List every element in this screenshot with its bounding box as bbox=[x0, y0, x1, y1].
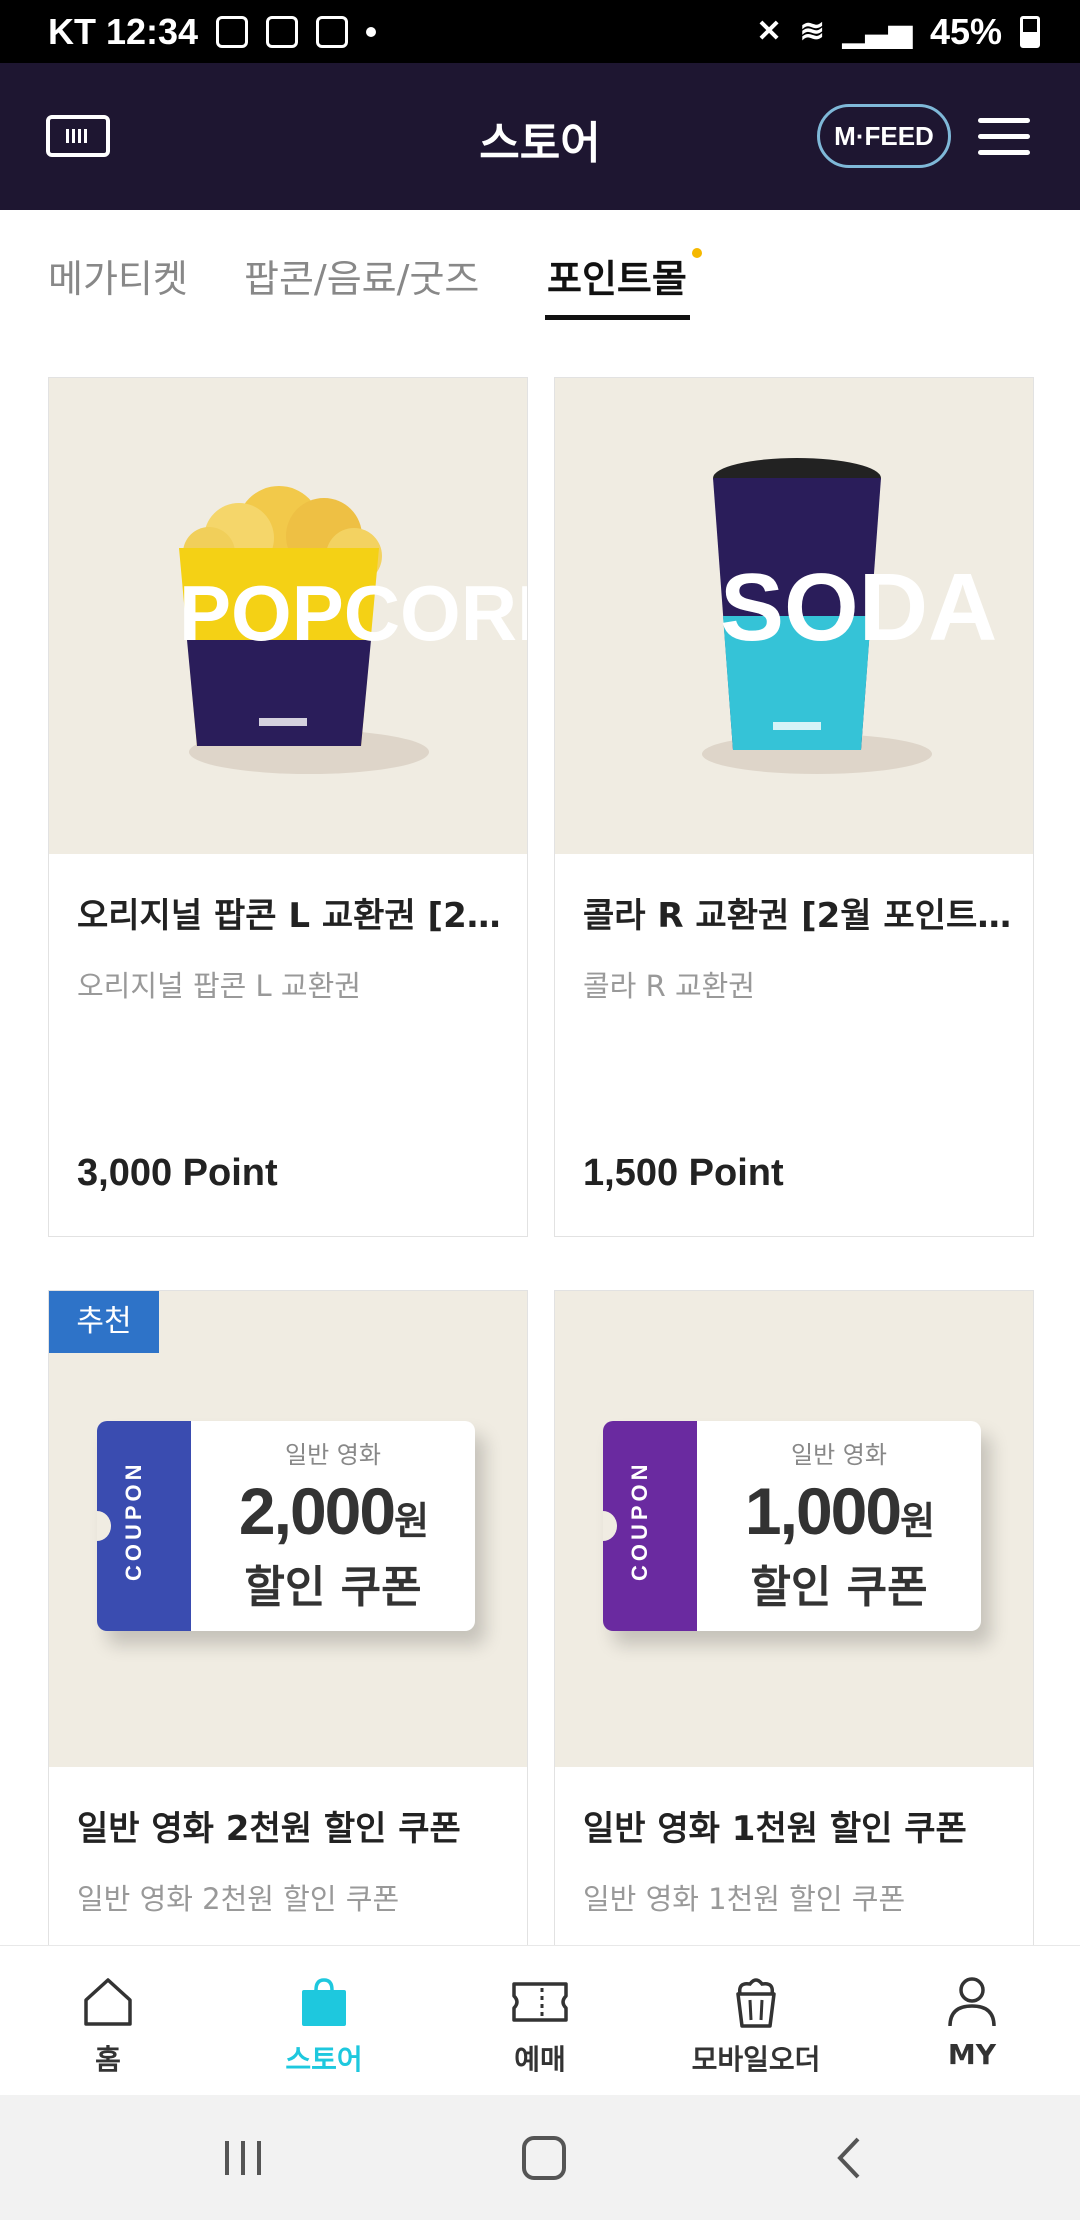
product-subtitle: 일반 영화 1천원 할인 쿠폰 bbox=[583, 1882, 906, 1916]
category-tabs: 메가티켓 팝콘/음료/굿즈 포인트몰 bbox=[0, 210, 1080, 330]
carrier-time: KT 12:34 bbox=[48, 10, 199, 52]
wifi-icon: ≋ bbox=[799, 15, 825, 48]
hamburger-menu-icon[interactable] bbox=[978, 118, 1030, 156]
coupon-amount-unit: 원 bbox=[900, 1499, 935, 1543]
nav-mobile-order[interactable]: 모바일오더 bbox=[648, 1946, 864, 2096]
product-name: 콜라 R 교환권 [2월 포인트몰] bbox=[583, 896, 1013, 936]
app-header: 스토어 M·FEED bbox=[0, 63, 1080, 210]
home-button-icon[interactable] bbox=[514, 2133, 574, 2183]
nav-label: 홈 bbox=[95, 2043, 121, 2076]
coupon-amount-value: 1,000 bbox=[744, 1474, 902, 1548]
tab-popcorn-drinks-goods[interactable]: 팝콘/음료/굿즈 bbox=[244, 248, 479, 303]
product-subtitle: 콜라 R 교환권 bbox=[583, 969, 755, 1003]
coupon-side-label: COUPON bbox=[121, 1460, 146, 1581]
coupon-graphic: COUPON 일반 영화 1,000원 할인 쿠폰 bbox=[603, 1421, 981, 1631]
screen: KT 12:34 ✕ ≋ ▁▃▅ 45% 스토어 M·FEED 메가티켓 팝콘/… bbox=[0, 0, 1080, 2220]
product-subtitle: 오리지널 팝콘 L 교환권 bbox=[77, 969, 361, 1003]
coupon-amount-value: 2,000 bbox=[238, 1474, 396, 1548]
coupon-amount: 1,000원 bbox=[697, 1473, 981, 1549]
status-left: KT 12:34 bbox=[48, 10, 377, 53]
svg-text:SODA: SODA bbox=[720, 554, 997, 661]
mute-icon: ✕ bbox=[756, 15, 782, 48]
coupon-graphic: COUPON 일반 영화 2,000원 할인 쿠폰 bbox=[97, 1421, 475, 1631]
home-notification-icon bbox=[316, 15, 349, 48]
nav-booking[interactable]: 예매 bbox=[432, 1946, 648, 2096]
nfc-icon bbox=[266, 15, 299, 48]
recent-apps-icon[interactable] bbox=[213, 2133, 273, 2183]
status-right: ✕ ≋ ▁▃▅ 45% bbox=[756, 11, 1040, 53]
user-icon bbox=[948, 1977, 996, 2027]
nav-label: MY bbox=[947, 2038, 997, 2071]
nav-label: 예매 bbox=[514, 2043, 566, 2076]
bottom-navigation: 홈 스토어 예매 모바일오더 MY bbox=[0, 1945, 1080, 2095]
nav-my[interactable]: MY bbox=[864, 1946, 1080, 2096]
coupon-top-text: 일반 영화 bbox=[285, 1441, 381, 1469]
active-tab-underline bbox=[545, 315, 690, 320]
recommend-badge: 추천 bbox=[49, 1291, 159, 1353]
more-notifications-icon bbox=[366, 26, 377, 37]
new-indicator-dot bbox=[692, 248, 702, 258]
product-price: 3,000 Point bbox=[77, 1152, 278, 1194]
home-icon bbox=[84, 1978, 132, 2026]
product-card[interactable]: POPCORN 오리지널 팝콘 L 교환권 [2월 포인트몰] 오리지널 팝콘 … bbox=[48, 377, 528, 1237]
product-card[interactable]: SODA 콜라 R 교환권 [2월 포인트몰] 콜라 R 교환권 1,500 P… bbox=[554, 377, 1034, 1237]
product-price: 1,500 Point bbox=[583, 1152, 784, 1194]
coupon-side-band: COUPON bbox=[97, 1421, 191, 1631]
product-name: 일반 영화 2천원 할인 쿠폰 bbox=[77, 1809, 461, 1849]
coupon-side-label: COUPON bbox=[627, 1460, 652, 1581]
system-navigation-bar bbox=[0, 2095, 1080, 2220]
product-image-coupon: COUPON 일반 영화 2,000원 할인 쿠폰 bbox=[49, 1291, 527, 1767]
mfeed-button[interactable]: M·FEED bbox=[817, 104, 951, 168]
product-image-soda: SODA bbox=[555, 378, 1033, 854]
svg-text:POPCORN: POPCORN bbox=[179, 569, 527, 657]
nav-label: 스토어 bbox=[285, 2043, 363, 2076]
soda-cup-icon: SODA bbox=[702, 458, 997, 774]
product-name: 일반 영화 1천원 할인 쿠폰 bbox=[583, 1809, 967, 1849]
battery-icon bbox=[1020, 15, 1040, 48]
shopping-bag-icon bbox=[302, 1978, 346, 2026]
tab-mega-ticket[interactable]: 메가티켓 bbox=[48, 248, 188, 303]
battery-level: 45% bbox=[929, 10, 1002, 52]
product-image-coupon: COUPON 일반 영화 1,000원 할인 쿠폰 bbox=[555, 1291, 1033, 1767]
coupon-amount: 2,000원 bbox=[191, 1473, 475, 1549]
nav-home[interactable]: 홈 bbox=[0, 1946, 216, 2096]
status-bar: KT 12:34 ✕ ≋ ▁▃▅ 45% bbox=[0, 0, 1080, 63]
popcorn-icon bbox=[736, 1978, 776, 2028]
product-subtitle: 일반 영화 2천원 할인 쿠폰 bbox=[77, 1882, 400, 1916]
product-image-popcorn: POPCORN bbox=[49, 378, 527, 854]
back-icon[interactable] bbox=[820, 2133, 880, 2183]
signal-icon: ▁▃▅ bbox=[842, 15, 912, 48]
product-name: 오리지널 팝콘 L 교환권 [2월 포인트몰] bbox=[77, 896, 507, 936]
coupon-side-band: COUPON bbox=[603, 1421, 697, 1631]
nav-label: 모바일오더 bbox=[691, 2043, 821, 2076]
ticket-icon bbox=[512, 1982, 568, 2022]
popcorn-cup-icon: POPCORN bbox=[179, 486, 527, 774]
gallery-icon bbox=[216, 15, 249, 48]
tab-point-mall[interactable]: 포인트몰 bbox=[547, 248, 687, 303]
nav-store[interactable]: 스토어 bbox=[216, 1946, 432, 2096]
coupon-bottom-text: 할인 쿠폰 bbox=[244, 1562, 422, 1613]
coupon-amount-unit: 원 bbox=[394, 1499, 429, 1543]
coupon-bottom-text: 할인 쿠폰 bbox=[750, 1562, 928, 1613]
coupon-top-text: 일반 영화 bbox=[791, 1441, 887, 1469]
